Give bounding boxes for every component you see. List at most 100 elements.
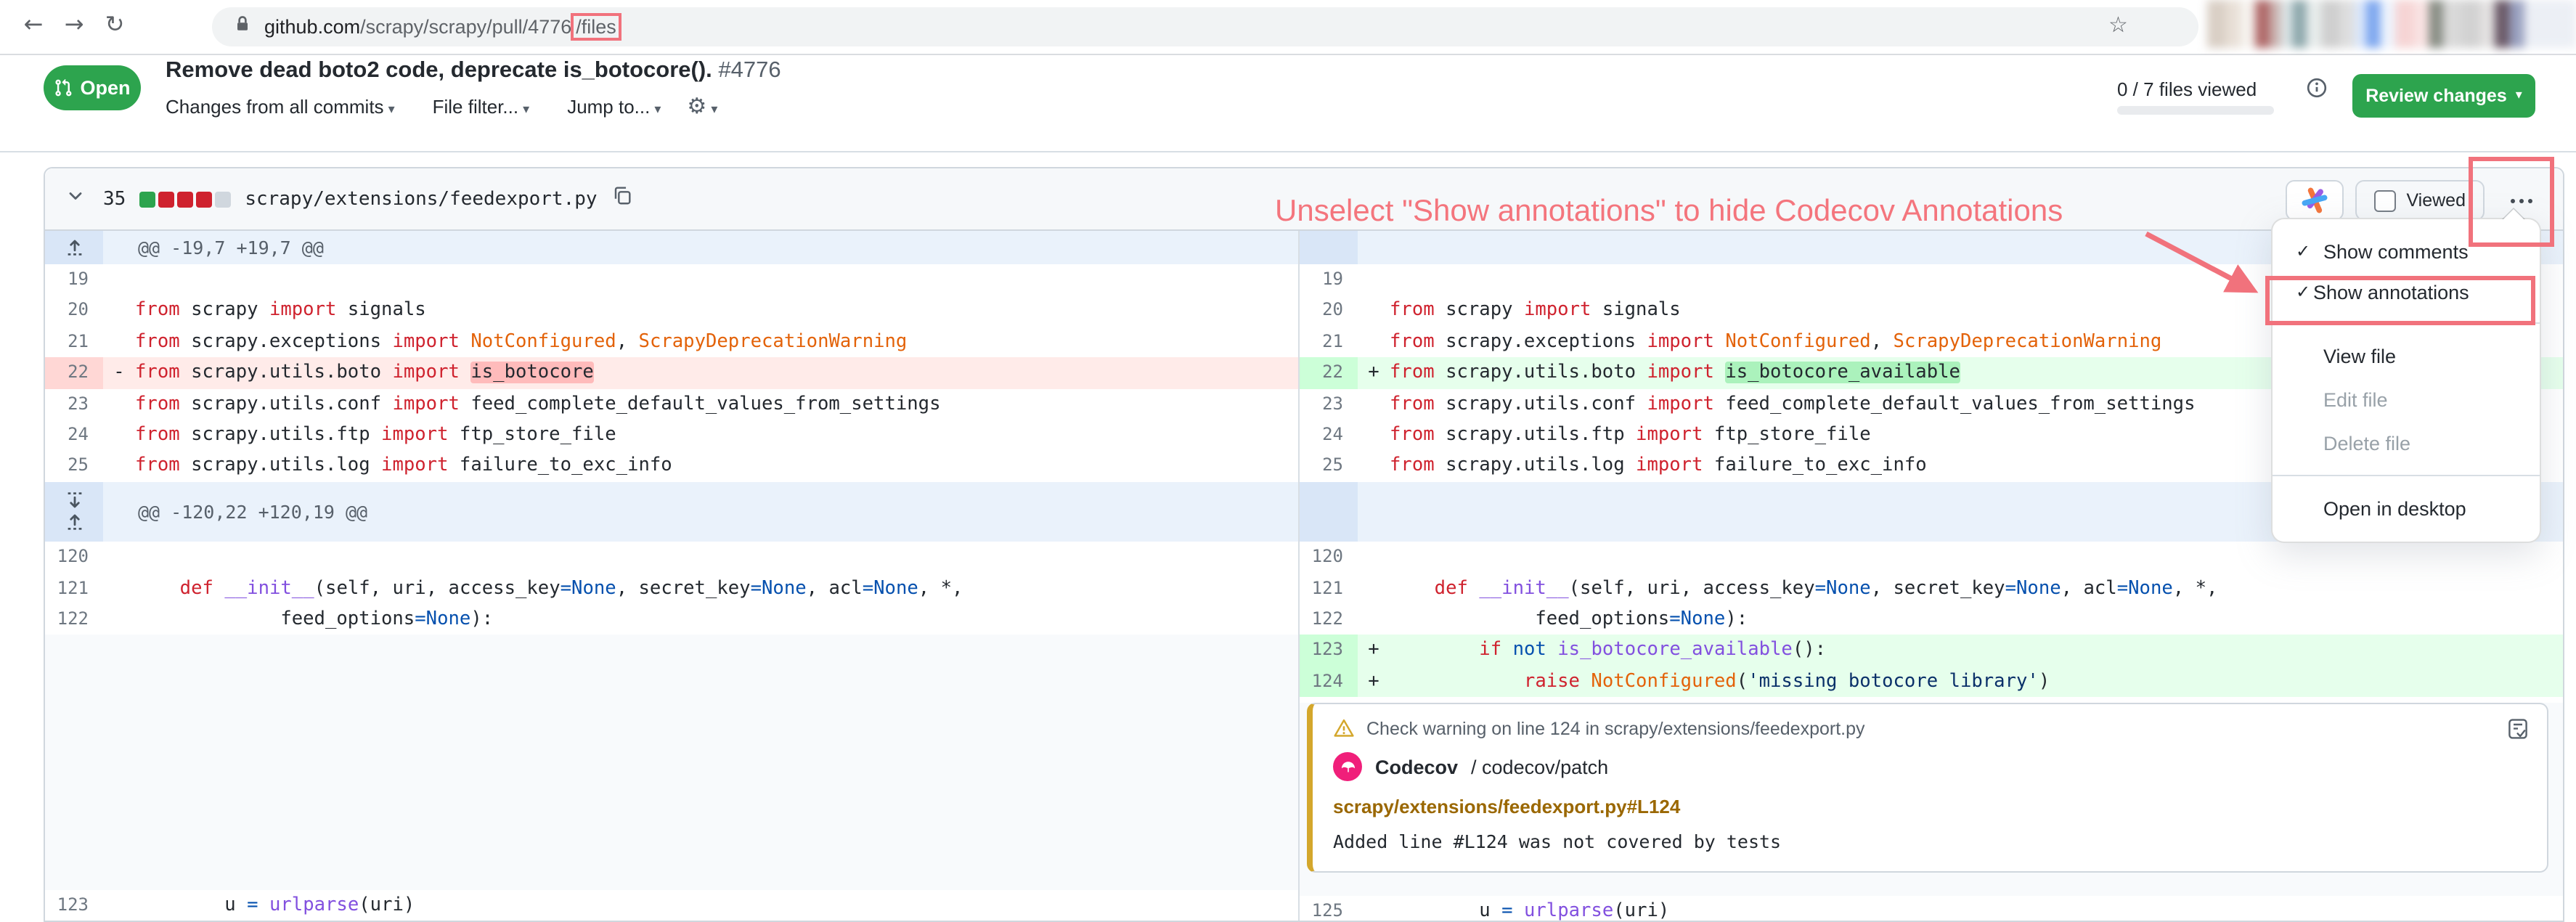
annotation-header: Check warning on line 124 in scrapy/exte… <box>1366 718 1865 739</box>
line-number[interactable]: 121 <box>1300 573 1358 604</box>
diff-marker <box>103 889 135 921</box>
kebab-highlight-box <box>2469 157 2554 247</box>
codecov-extension-button[interactable] <box>2286 180 2344 221</box>
code-text: def __init__(self, uri, access_key=None,… <box>1434 577 2218 600</box>
warning-triangle-icon <box>1334 719 1354 738</box>
copy-path-icon[interactable] <box>612 184 634 213</box>
line-number[interactable]: 19 <box>45 264 103 295</box>
code-text: from scrapy import signals <box>135 299 426 322</box>
url-host: github.com <box>264 16 361 38</box>
commits-filter-dropdown[interactable]: Changes from all commits ▾ <box>166 95 395 117</box>
diff-settings-gear-icon[interactable]: ⚙ ▾ <box>687 93 717 119</box>
hunk-header-row: @@ -120,22 +120,19 @@ <box>45 481 1298 542</box>
line-number[interactable]: 125 <box>1300 895 1358 921</box>
menu-item-open-in-desktop[interactable]: Open in desktop <box>2273 486 2540 530</box>
jump-to-dropdown[interactable]: Jump to... ▾ <box>567 95 661 117</box>
line-number[interactable]: 20 <box>1300 295 1358 327</box>
line-number[interactable]: 21 <box>1300 327 1358 358</box>
diff-marker <box>1358 451 1390 482</box>
diff-line: 121 def __init__(self, uri, access_key=N… <box>45 573 1298 604</box>
files-viewed-counter: 0 / 7 files viewed <box>2117 78 2257 100</box>
diffstat-blocks <box>139 191 231 207</box>
line-number[interactable]: 23 <box>1300 388 1358 420</box>
annotation-row: Check warning on line 124 in scrapy/exte… <box>1300 703 2563 896</box>
instruction-arrow <box>2145 231 2259 293</box>
review-changes-button[interactable]: Review changes ▾ <box>2352 74 2535 118</box>
diff-marker <box>103 295 135 327</box>
expand-diff-button[interactable] <box>45 481 103 542</box>
diff-marker <box>1358 388 1390 420</box>
diff-line: 24 from scrapy.utils.ftp import ftp_store… <box>45 420 1298 451</box>
file-changes-count: 35 <box>103 188 126 210</box>
codecov-message: Added line #L124 was not covered by test… <box>1333 831 1782 853</box>
file-options-menu: ✓ Show comments ✓ Show annotations View file… <box>2271 208 2541 543</box>
line-number[interactable]: 22 <box>1300 357 1358 389</box>
diff-marker <box>1358 573 1390 604</box>
line-number[interactable]: 25 <box>1300 451 1358 482</box>
hunk-header-text <box>1358 231 1393 264</box>
diff-marker: + <box>1358 635 1390 666</box>
hunk-gutter <box>1300 231 1358 264</box>
codecov-check-context: / codecov/patch <box>1471 756 1609 778</box>
info-icon[interactable] <box>2306 77 2328 106</box>
back-icon[interactable]: ← <box>15 4 52 42</box>
forward-icon[interactable]: → <box>55 4 93 42</box>
files-viewed-progress-bar <box>2117 106 2274 115</box>
viewed-toggle-button[interactable]: Viewed <box>2355 180 2485 221</box>
menu-item-edit-file: Edit file <box>2273 378 2540 421</box>
hunk-gutter <box>1300 481 1358 542</box>
diff-marker: - <box>103 357 135 389</box>
pr-header: Open Remove dead boto2 code, deprecate i… <box>0 55 2576 152</box>
diffstat-block <box>195 191 212 207</box>
pr-title: Remove dead boto2 code, deprecate is_bot… <box>166 58 781 83</box>
diff-marker <box>103 573 135 604</box>
diff-marker <box>1358 327 1390 358</box>
bookmark-star-icon[interactable]: ☆ <box>2108 12 2128 38</box>
line-number[interactable]: 24 <box>1300 420 1358 451</box>
diffstat-block <box>176 191 193 207</box>
diff-line: 120 <box>45 542 1298 573</box>
menu-item-label: Edit file <box>2323 388 2388 410</box>
line-number[interactable]: 19 <box>1300 264 1358 295</box>
expand-diff-button[interactable] <box>45 231 103 264</box>
file-filter-dropdown[interactable]: File filter... ▾ <box>433 95 530 117</box>
diff-marker <box>1358 295 1390 327</box>
diff-line: 123 u = urlparse(uri) <box>45 889 1298 921</box>
line-number[interactable]: 121 <box>45 573 103 604</box>
diff-marker <box>103 388 135 420</box>
line-number[interactable]: 124 <box>1300 666 1358 698</box>
line-number[interactable]: 24 <box>45 420 103 451</box>
line-number[interactable]: 122 <box>45 604 103 635</box>
diff-marker <box>103 604 135 635</box>
diff-marker <box>103 264 135 295</box>
line-number[interactable]: 20 <box>45 295 103 327</box>
code-text: if not is_botocore_available(): <box>1390 635 2563 666</box>
line-number[interactable]: 120 <box>45 542 103 573</box>
codecov-check-name: Codecov <box>1375 756 1459 778</box>
address-bar[interactable]: github.com/scrapy/scrapy/pull/4776/files <box>212 7 2198 46</box>
viewed-checkbox[interactable] <box>2374 189 2397 211</box>
reload-icon[interactable]: ↻ <box>96 4 134 42</box>
diff-line: 121 def __init__(self, uri, access_key=N… <box>1300 573 2563 604</box>
line-number[interactable]: 25 <box>45 451 103 482</box>
menu-item-view-file[interactable]: View file <box>2273 334 2540 378</box>
diff-line: 123 + if not is_botocore_available(): <box>1300 635 2563 666</box>
diffstat-block <box>214 191 231 207</box>
collapse-chevron-icon[interactable] <box>65 185 86 213</box>
lock-icon <box>232 12 253 41</box>
code-text: from scrapy.utils.log import failure_to_… <box>135 454 672 477</box>
diff-line: 25 from scrapy.utils.log import failure_t… <box>45 451 1298 482</box>
diffstat-block <box>158 191 174 207</box>
line-number[interactable]: 123 <box>45 889 103 921</box>
line-number[interactable]: 120 <box>1300 542 1358 573</box>
line-number[interactable]: 123 <box>1300 635 1358 666</box>
codecov-file-link[interactable]: scrapy/extensions/feedexport.py#L124 <box>1333 796 2527 817</box>
browser-toolbar: ← → ↻ github.com/scrapy/scrapy/pull/4776… <box>0 0 2576 55</box>
line-number[interactable]: 22 <box>45 357 103 389</box>
line-number[interactable]: 21 <box>45 327 103 358</box>
code-text: from scrapy.exceptions import NotConfigu… <box>135 330 908 353</box>
line-number[interactable]: 122 <box>1300 604 1358 635</box>
line-number[interactable]: 23 <box>45 388 103 420</box>
checklist-icon[interactable] <box>2506 717 2530 748</box>
diff-marker <box>103 327 135 358</box>
